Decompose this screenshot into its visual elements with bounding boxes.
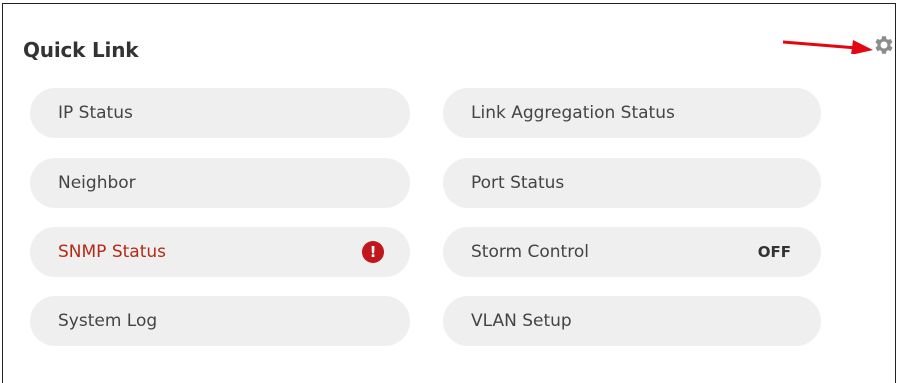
neighbor-link[interactable]: Neighbor — [30, 158, 410, 208]
panel-title: Quick Link — [23, 38, 139, 62]
quick-link-panel: Quick Link IP Status Link Aggregation St… — [2, 3, 896, 383]
gear-icon[interactable] — [871, 33, 895, 57]
system-log-link[interactable]: System Log — [30, 296, 410, 346]
link-aggregation-status-label: Link Aggregation Status — [471, 103, 675, 123]
system-log-label: System Log — [58, 311, 158, 331]
storm-control-label: Storm Control — [471, 242, 589, 262]
snmp-status-label: SNMP Status — [58, 242, 167, 262]
vlan-setup-link[interactable]: VLAN Setup — [443, 296, 821, 346]
link-aggregation-status-link[interactable]: Link Aggregation Status — [443, 88, 821, 138]
storm-control-link[interactable]: Storm Control OFF — [443, 227, 821, 277]
port-status-link[interactable]: Port Status — [443, 158, 821, 208]
vlan-setup-label: VLAN Setup — [471, 311, 572, 331]
snmp-status-link[interactable]: SNMP Status ! — [30, 227, 410, 277]
annotation-arrow — [782, 40, 873, 54]
storm-control-state: OFF — [757, 243, 791, 261]
neighbor-label: Neighbor — [58, 173, 136, 193]
exclamation-icon: ! — [362, 241, 384, 263]
ip-status-link[interactable]: IP Status — [30, 88, 410, 138]
ip-status-label: IP Status — [58, 103, 133, 123]
port-status-label: Port Status — [471, 173, 565, 193]
